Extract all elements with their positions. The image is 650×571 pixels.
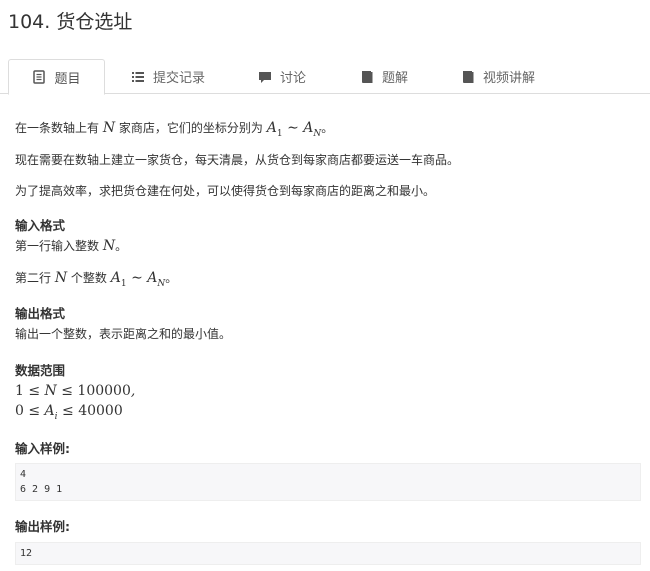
tab-label: 视频讲解 xyxy=(483,71,536,86)
input-format-heading: 输入格式 xyxy=(15,218,66,233)
tab-label: 提交记录 xyxy=(153,71,206,86)
sample-output-code: 12 xyxy=(15,542,641,565)
math-expression: A1 ∼ AN xyxy=(266,120,322,139)
output-format-heading: 输出格式 xyxy=(15,306,66,321)
input-format-line-2: 第二行 N 个整数 A1 ∼ AN。 xyxy=(15,270,178,289)
tab-bar: 题目 提交记录 讨论 题解 视频讲解 xyxy=(0,59,650,95)
tab-video[interactable]: 视频讲解 xyxy=(461,59,535,94)
sample-input-heading: 输入样例: xyxy=(15,441,70,456)
output-format-text: 输出一个整数，表示距离之和的最小值。 xyxy=(15,327,232,341)
problem-paragraph-1: 在一条数轴上有 N 家商店，它们的坐标分别为 A1 ∼ AN。 xyxy=(15,120,334,139)
tab-label: 讨论 xyxy=(280,71,307,86)
data-range-heading: 数据范围 xyxy=(15,363,66,378)
tab-solutions[interactable]: 题解 xyxy=(360,59,408,94)
math-var: N xyxy=(102,120,116,136)
comment-icon xyxy=(259,71,271,83)
sample-input-code: 4 6 2 9 1 xyxy=(15,463,641,501)
list-icon xyxy=(132,71,144,82)
tab-label: 题目 xyxy=(54,71,81,87)
tab-submissions[interactable]: 提交记录 xyxy=(131,59,205,94)
problem-paragraph-3: 为了提高效率，求把货仓建在何处，可以使得货仓到每家商店的距离之和最小。 xyxy=(15,184,436,198)
book-icon xyxy=(33,70,46,84)
sample-output-heading: 输出样例: xyxy=(15,519,70,534)
problem-paragraph-2: 现在需要在数轴上建立一家货仓，每天清晨，从货仓到每家商店都要运送一车商品。 xyxy=(15,153,460,167)
page-title: 104. 货仓选址 xyxy=(8,11,133,33)
data-range-line-2: 0 ≤ Ai ≤ 40000 xyxy=(15,403,123,422)
input-format-line-1: 第一行输入整数 N。 xyxy=(15,238,128,254)
tab-discussion[interactable]: 讨论 xyxy=(258,59,306,94)
problem-page: 104. 货仓选址 题目 提交记录 讨论 题解 视频讲解 在一条数轴上有 N 家… xyxy=(0,0,650,571)
tab-label: 题解 xyxy=(382,71,409,86)
book-icon xyxy=(463,70,474,83)
book-icon xyxy=(362,70,373,83)
data-range-line-1: 1 ≤ N ≤ 100000, xyxy=(15,383,136,399)
tab-problem[interactable]: 题目 xyxy=(8,59,105,95)
